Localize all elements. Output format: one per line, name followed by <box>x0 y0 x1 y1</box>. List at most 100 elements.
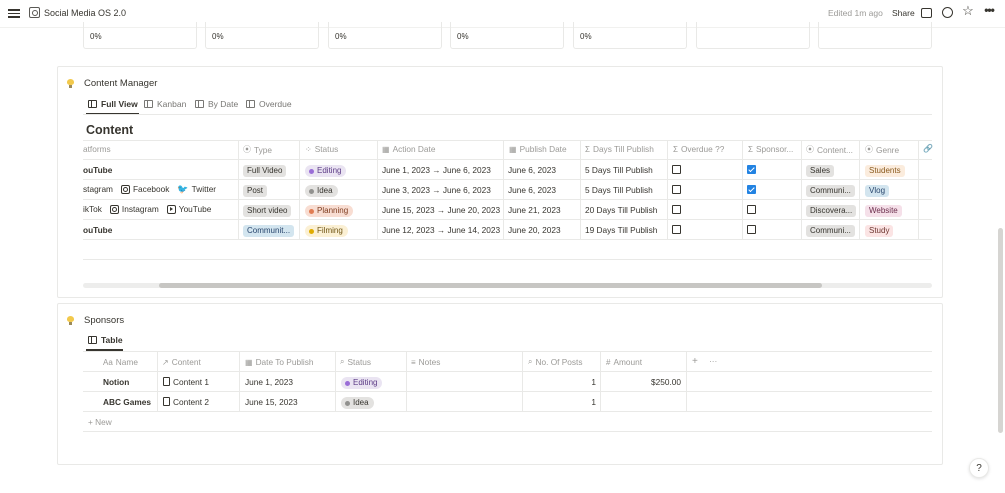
favorite-star-icon[interactable]: ☆ <box>962 4 974 17</box>
type-tag[interactable]: Full Video <box>243 165 287 177</box>
progress-card[interactable]: 0% <box>328 22 442 49</box>
tab-full-view[interactable]: Full View <box>88 99 138 109</box>
content-link[interactable]: Content 2 <box>173 397 209 407</box>
action-date-cell[interactable]: June 12, 2023 → June 14, 2023 <box>382 225 500 235</box>
overdue-checkbox[interactable] <box>672 205 681 214</box>
menu-icon[interactable] <box>8 7 20 19</box>
platform-cell[interactable]: stagram Facebook 🐦 Twitter <box>83 184 216 194</box>
divider <box>83 179 932 180</box>
column-header-posts[interactable]: ⌕ No. Of Posts <box>528 357 583 367</box>
action-date-cell[interactable]: June 3, 2023 → June 6, 2023 <box>382 185 491 195</box>
comment-icon[interactable] <box>921 8 932 18</box>
column-header-genre[interactable]: ⦿ Genre <box>865 144 899 155</box>
type-tag[interactable]: Post <box>243 185 268 197</box>
more-options-icon[interactable]: ••• <box>983 4 995 16</box>
content-tag[interactable]: Sales <box>806 165 835 177</box>
progress-card[interactable]: 0% <box>83 22 197 49</box>
sponsor-checkbox[interactable] <box>747 185 756 194</box>
column-header-notes[interactable]: ≡ Notes <box>411 357 440 367</box>
tab-kanban[interactable]: Kanban <box>144 99 186 109</box>
progress-card[interactable]: 0% <box>573 22 687 49</box>
sponsor-checkbox[interactable] <box>747 205 756 214</box>
column-separator <box>377 140 378 240</box>
column-header-content[interactable]: ⦿ Content... <box>806 144 853 155</box>
column-header-platforms[interactable]: atforms <box>83 144 111 154</box>
content-tag[interactable]: Discovera... <box>806 205 857 217</box>
status-tag[interactable]: Idea <box>341 397 374 409</box>
sponsor-content-cell[interactable]: Content 1 <box>163 377 209 387</box>
status-tag[interactable]: Idea <box>305 185 338 197</box>
column-header-sponsor[interactable]: Σ Sponsor... <box>748 144 793 154</box>
new-row-button[interactable]: + New <box>88 417 112 427</box>
sponsor-checkbox[interactable] <box>747 165 756 174</box>
action-date-cell[interactable]: June 15, 2023 → June 20, 2023 <box>382 205 500 215</box>
platform-cell[interactable]: ouTube <box>83 225 112 235</box>
help-button[interactable]: ? <box>969 458 989 478</box>
progress-card[interactable]: 0% <box>205 22 319 49</box>
publish-date-cell[interactable]: June 6, 2023 <box>508 165 556 175</box>
sponsor-name-cell[interactable]: Notion <box>103 377 129 387</box>
updates-clock-icon[interactable] <box>942 7 953 18</box>
progress-card[interactable] <box>696 22 810 49</box>
status-tag[interactable]: Filming <box>305 225 348 237</box>
content-tag[interactable]: Communi... <box>806 185 855 197</box>
type-tag[interactable]: Communit... <box>243 225 295 237</box>
column-separator <box>859 140 860 240</box>
genre-tag[interactable]: Vlog <box>865 185 890 197</box>
column-header-name[interactable]: Aa Name <box>103 357 138 367</box>
column-header-status[interactable]: ⁘ Status <box>305 144 338 154</box>
share-button[interactable]: Share <box>892 8 915 18</box>
column-header-status[interactable]: ⌕ Status <box>340 357 371 367</box>
more-columns-button[interactable]: ··· <box>709 356 717 366</box>
page-title[interactable]: Social Media OS 2.0 <box>44 8 126 18</box>
horizontal-scrollbar-thumb[interactable] <box>159 283 822 288</box>
genre-tag[interactable]: Website <box>865 205 902 217</box>
date-to-publish-cell[interactable]: June 1, 2023 <box>245 377 293 387</box>
column-header-overdue[interactable]: Σ Overdue ?? <box>673 144 724 154</box>
column-header-amount[interactable]: # Amount <box>606 357 642 367</box>
divider <box>83 140 932 141</box>
tab-table[interactable]: Table <box>88 335 123 345</box>
publish-date-cell[interactable]: June 21, 2023 <box>508 205 561 215</box>
status-tag[interactable]: Planning <box>305 205 354 217</box>
date-to-publish-cell[interactable]: June 15, 2023 <box>245 397 298 407</box>
database-title[interactable]: Content <box>86 123 133 137</box>
sponsor-name-cell[interactable]: ABC Games <box>103 397 151 407</box>
tab-overdue[interactable]: Overdue <box>246 99 292 109</box>
overdue-checkbox[interactable] <box>672 185 681 194</box>
overdue-checkbox[interactable] <box>672 165 681 174</box>
column-label: Status <box>314 144 339 154</box>
publish-date-cell[interactable]: June 20, 2023 <box>508 225 561 235</box>
type-tag[interactable]: Short video <box>243 205 292 217</box>
status-label: Idea <box>317 186 333 195</box>
column-header-days-till-publish[interactable]: Σ Days Till Publish <box>585 144 654 154</box>
column-label: No. Of Posts <box>535 357 583 367</box>
column-header-content[interactable]: ↗ Content <box>162 357 201 367</box>
status-icon: ⁘ <box>305 144 312 154</box>
status-tag[interactable]: Editing <box>305 165 347 177</box>
column-label: Date To Publish <box>255 357 314 367</box>
content-tag[interactable]: Communi... <box>806 225 855 237</box>
column-header-date-to-publish[interactable]: ▦ Date To Publish <box>245 357 314 367</box>
platform-cell[interactable]: ikTok Instagram YouTube <box>83 204 211 214</box>
column-header-publish-date[interactable]: ▦ Publish Date <box>509 144 567 154</box>
column-header-type[interactable]: ⦿ Type <box>243 144 272 155</box>
publish-date-cell[interactable]: June 6, 2023 <box>508 185 556 195</box>
sponsor-content-cell[interactable]: Content 2 <box>163 397 209 407</box>
sponsor-checkbox[interactable] <box>747 225 756 234</box>
action-date-cell[interactable]: June 1, 2023 → June 6, 2023 <box>382 165 491 175</box>
progress-card[interactable]: 0% <box>450 22 564 49</box>
tab-by-date[interactable]: By Date <box>195 99 238 109</box>
link-icon[interactable]: 🔗 <box>923 144 933 153</box>
column-header-action-date[interactable]: ▦ Action Date <box>382 144 435 154</box>
content-link[interactable]: Content 1 <box>173 377 209 387</box>
genre-tag[interactable]: Study <box>865 225 894 237</box>
amount-cell[interactable]: $250.00 <box>640 377 681 387</box>
genre-tag[interactable]: Students <box>865 165 905 177</box>
status-tag[interactable]: Editing <box>341 377 383 389</box>
add-column-button[interactable]: + <box>692 356 698 367</box>
platform-cell[interactable]: ouTube <box>83 165 112 175</box>
vertical-scrollbar[interactable] <box>998 228 1003 433</box>
progress-card[interactable] <box>818 22 932 49</box>
overdue-checkbox[interactable] <box>672 225 681 234</box>
